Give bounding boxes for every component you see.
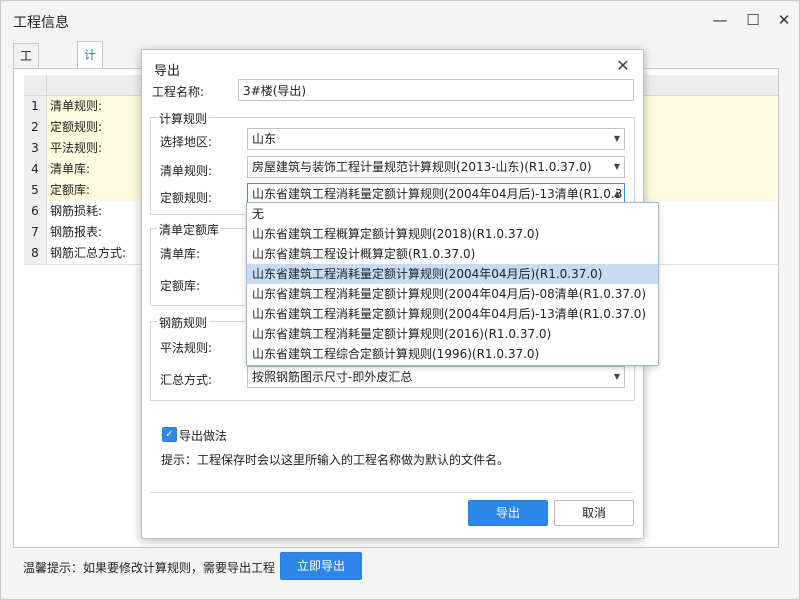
export-button[interactable]: 导出: [468, 500, 548, 526]
cancel-button[interactable]: 取消: [554, 500, 634, 526]
divider: [150, 492, 633, 493]
summary-select[interactable]: 按照钢筋图示尺寸-即外皮汇总 ▼: [247, 366, 625, 388]
quota-rule-label: 定额规则:: [160, 191, 213, 205]
chevron-up-icon: ▲: [613, 189, 620, 198]
hint-text: 提示：工程保存时会以这里所输入的工程名称做为默认的文件名。: [161, 453, 510, 467]
dropdown-option[interactable]: 山东省建筑工程综合定额计算规则(1996)(R1.0.37.0): [247, 344, 658, 364]
list-rule-select[interactable]: 房屋建筑与装饰工程计量规范计算规则(2013-山东)(R1.0.37.0) ▼: [247, 156, 625, 178]
project-name-label: 工程名称:: [152, 85, 205, 99]
dropdown-option[interactable]: 山东省建筑工程消耗量定额计算规则(2004年04月后)-08清单(R1.0.37…: [247, 284, 658, 304]
quota-rule-dropdown: 无 山东省建筑工程概算定额计算规则(2018)(R1.0.37.0) 山东省建筑…: [246, 202, 659, 366]
calc-rules-group: 计算规则 选择地区: 山东 ▼ 清单规则: 房屋建筑与装饰工程计量规范计算规则(…: [150, 110, 635, 215]
chevron-down-icon: ▼: [613, 372, 620, 381]
region-label: 选择地区:: [160, 135, 213, 149]
quota-rule-value: 山东省建筑工程消耗量定额计算规则(2004年04月后)-13清单(R1.0.3: [252, 187, 623, 201]
dialog-overlay: 导出 ✕ 工程名称: 3#楼(导出) 计算规则 选择地区: 山东 ▼ 清单规则:…: [0, 0, 800, 600]
list-lib-label: 清单库:: [160, 247, 201, 261]
dropdown-option-selected[interactable]: 山东省建筑工程消耗量定额计算规则(2004年04月后)(R1.0.37.0): [247, 264, 658, 284]
quota-lib-label: 定额库:: [160, 279, 201, 293]
summary-value: 按照钢筋图示尺寸-即外皮汇总: [252, 370, 413, 384]
chevron-down-icon: ▼: [613, 134, 620, 143]
list-rule-value: 房屋建筑与装饰工程计量规范计算规则(2013-山东)(R1.0.37.0): [252, 160, 592, 174]
dropdown-option[interactable]: 山东省建筑工程概算定额计算规则(2018)(R1.0.37.0): [247, 224, 658, 244]
summary-label: 汇总方式:: [160, 373, 213, 387]
dialog-title: 导出: [154, 64, 181, 79]
region-select[interactable]: 山东 ▼: [247, 128, 625, 150]
dropdown-option[interactable]: 山东省建筑工程设计概算定额(R1.0.37.0): [247, 244, 658, 264]
export-method-label[interactable]: 导出做法: [179, 427, 227, 444]
export-method-checkbox[interactable]: ✓: [162, 427, 177, 442]
dropdown-option[interactable]: 无: [247, 204, 658, 224]
chevron-down-icon: ▼: [613, 162, 620, 171]
group-legend: 清单定额库: [157, 221, 222, 238]
project-name-input[interactable]: 3#楼(导出): [238, 79, 634, 101]
flat-rule-label: 平法规则:: [160, 341, 213, 355]
list-rule-label: 清单规则:: [160, 164, 213, 178]
group-legend: 计算规则: [157, 110, 210, 127]
close-icon[interactable]: ✕: [613, 56, 633, 76]
region-value: 山东: [252, 132, 277, 146]
dropdown-option[interactable]: 山东省建筑工程消耗量定额计算规则(2004年04月后)-13清单(R1.0.37…: [247, 304, 658, 324]
group-legend: 钢筋规则: [157, 314, 210, 331]
dropdown-option[interactable]: 山东省建筑工程消耗量定额计算规则(2016)(R1.0.37.0): [247, 324, 658, 344]
